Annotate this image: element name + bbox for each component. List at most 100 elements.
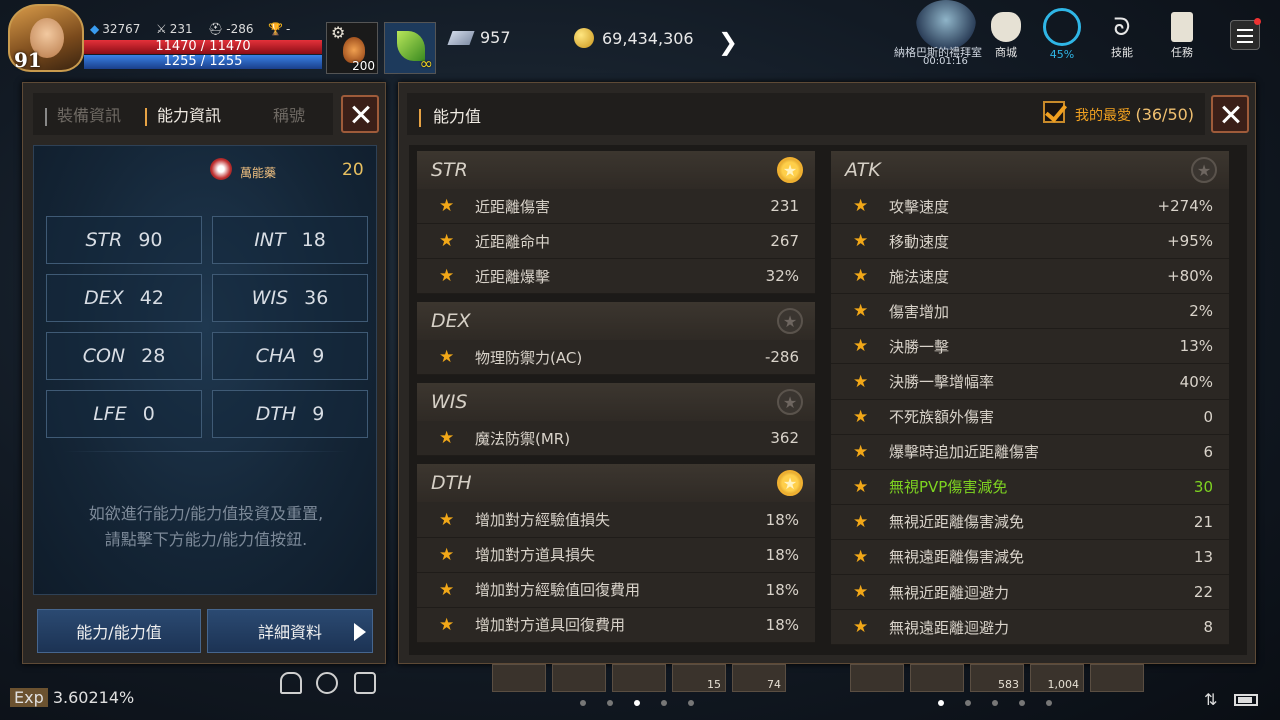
- bag-icon: [991, 12, 1021, 42]
- boss-portrait[interactable]: [916, 0, 976, 50]
- skill-slot[interactable]: [1090, 664, 1144, 692]
- stat-row[interactable]: ★ 無視遠距離傷害減免 13: [831, 539, 1229, 576]
- crystal-icon: [447, 30, 475, 45]
- favorite-star-icon[interactable]: ★: [1191, 157, 1217, 183]
- stat-row[interactable]: ★ 施法速度 +80%: [831, 259, 1229, 295]
- skill-slot[interactable]: 583: [970, 664, 1024, 692]
- skill-slot[interactable]: [612, 664, 666, 692]
- favorite-label-text: 我的最愛: [1075, 108, 1131, 124]
- skill-slot[interactable]: 15: [672, 664, 726, 692]
- favorite-star-icon[interactable]: ★: [777, 157, 803, 183]
- tab-label: 裝備資訊: [56, 106, 121, 125]
- page-dot[interactable]: [607, 700, 613, 706]
- stat-value: 32%: [765, 267, 799, 286]
- details-button[interactable]: 詳細資料: [207, 609, 373, 653]
- stat-label: 無視PVP傷害減免: [889, 478, 1008, 497]
- stat-row[interactable]: ★ 近距離命中 267: [417, 224, 815, 260]
- skill-slot[interactable]: [492, 664, 546, 692]
- emote-smile-icon[interactable]: [316, 672, 338, 694]
- skill-slot[interactable]: [552, 664, 606, 692]
- quickslot-leaf[interactable]: ∞: [384, 22, 436, 74]
- favorite-star-icon[interactable]: ★: [777, 389, 803, 416]
- weight-button[interactable]: 45%: [1042, 8, 1082, 61]
- page-dot[interactable]: [1019, 700, 1025, 706]
- page-dot[interactable]: [580, 700, 586, 706]
- stat-row[interactable]: ★ 增加對方經驗值回復費用 18%: [417, 572, 815, 608]
- tab-equipment-info[interactable]: 裝備資訊: [33, 102, 133, 126]
- ability-stats-button[interactable]: 能力/能力值: [37, 609, 201, 653]
- page-dot[interactable]: [965, 700, 971, 706]
- stat-str[interactable]: STR 90: [46, 216, 202, 264]
- stat-row[interactable]: ★ 移動速度 +95%: [831, 224, 1229, 260]
- stat-wis[interactable]: WIS 36: [212, 274, 368, 322]
- page-dot[interactable]: [1046, 700, 1052, 706]
- stat-con[interactable]: CON 28: [46, 332, 202, 380]
- favorite-star-icon[interactable]: ★: [777, 470, 803, 497]
- tab-ability-info[interactable]: 能力資訊: [133, 102, 233, 126]
- stat-row[interactable]: ★ 增加對方道具回復費用 18%: [417, 607, 815, 643]
- stat-row[interactable]: ★ 無視近距離迴避力 22: [831, 575, 1229, 611]
- gold-amount: 69,434,306: [602, 28, 694, 48]
- stat-label: 不死族額外傷害: [889, 408, 995, 427]
- ability-stats-area: 萬能藥 20 STR 90 INT 18 DEX 42 WIS 36 CON 28 CHA…: [33, 145, 377, 595]
- stat-row[interactable]: ★ 決勝一擊 13%: [831, 329, 1229, 365]
- close-stats-panel-button[interactable]: [1211, 95, 1249, 133]
- stat-dex[interactable]: DEX 42: [46, 274, 202, 322]
- quests-button[interactable]: 任務: [1162, 12, 1202, 60]
- stat-row[interactable]: ★ 攻擊速度 +274%: [831, 189, 1229, 225]
- page-dot[interactable]: [688, 700, 694, 706]
- stat-name: STR: [85, 229, 123, 251]
- skills-button[interactable]: ᘐ 技能: [1102, 12, 1142, 60]
- stat-row[interactable]: ★ 魔法防禦(MR) 362: [417, 421, 815, 457]
- stat-row[interactable]: ★ 近距離傷害 231: [417, 189, 815, 225]
- stat-lfe[interactable]: LFE 0: [46, 390, 202, 438]
- stat-row[interactable]: ★ 無視PVP傷害減免 30: [831, 469, 1229, 505]
- stat-group-name: ATK: [845, 159, 881, 181]
- quickslot-potion[interactable]: ⚙ 200: [326, 22, 378, 74]
- favorite-star-icon[interactable]: ★: [777, 308, 803, 335]
- stat-row[interactable]: ★ 近距離爆擊 32%: [417, 259, 815, 295]
- favorite-filter-label[interactable]: 我的最愛 (36/50): [1075, 105, 1194, 125]
- stat-cha[interactable]: CHA 9: [212, 332, 368, 380]
- stat-value: 0: [1203, 407, 1213, 426]
- stat-row[interactable]: ★ 無視遠距離迴避力 8: [831, 610, 1229, 646]
- slot-count: 74: [767, 678, 781, 691]
- stat-label: 移動速度: [889, 232, 950, 251]
- stat-row[interactable]: ★ 傷害增加 2%: [831, 294, 1229, 330]
- page-dot[interactable]: [634, 700, 640, 706]
- stat-value: +95%: [1167, 232, 1213, 251]
- close-left-panel-button[interactable]: [341, 95, 379, 133]
- stat-row[interactable]: ★ 無視近距離傷害減免 21: [831, 504, 1229, 540]
- favorite-filter-checkbox[interactable]: [1043, 101, 1065, 123]
- attack-stat-value: 231: [169, 22, 193, 36]
- stat-row[interactable]: ★ 爆擊時追加近距離傷害 6: [831, 434, 1229, 470]
- stat-int[interactable]: INT 18: [212, 216, 368, 264]
- chat-icon[interactable]: [354, 672, 376, 694]
- exp-label: Exp: [10, 688, 48, 707]
- gold-coin-icon: [574, 28, 594, 48]
- page-dot[interactable]: [938, 700, 944, 706]
- shop-button[interactable]: 商城: [986, 12, 1026, 60]
- group-gap: [417, 294, 815, 302]
- stat-row[interactable]: ★ 增加對方道具損失 18%: [417, 537, 815, 573]
- leaf-slot-count: ∞: [419, 54, 433, 73]
- page-dot[interactable]: [992, 700, 998, 706]
- stat-label: 無視遠距離傷害減免: [889, 548, 1025, 567]
- stat-dth[interactable]: DTH 9: [212, 390, 368, 438]
- skill-slot[interactable]: 1,004: [1030, 664, 1084, 692]
- stat-row[interactable]: ★ 決勝一擊增幅率 40%: [831, 364, 1229, 400]
- skill-slot[interactable]: 74: [732, 664, 786, 692]
- stat-row[interactable]: ★ 不死族額外傷害 0: [831, 399, 1229, 435]
- skill-slot[interactable]: [850, 664, 904, 692]
- headset-icon[interactable]: [280, 672, 302, 694]
- stat-row[interactable]: ★ 增加對方經驗值損失 18%: [417, 502, 815, 538]
- page-dot[interactable]: [661, 700, 667, 706]
- stat-value: 18%: [765, 580, 799, 599]
- stat-label: 物理防禦力(AC): [475, 348, 583, 367]
- skill-slot[interactable]: [910, 664, 964, 692]
- stat-row[interactable]: ★ 物理防禦力(AC) -286: [417, 340, 815, 376]
- tab-title[interactable]: 稱號: [233, 102, 333, 126]
- mp-stat-value: 32767: [102, 22, 141, 36]
- expand-arrow-icon[interactable]: ❯: [718, 28, 738, 56]
- page-dots-right: [938, 700, 1052, 706]
